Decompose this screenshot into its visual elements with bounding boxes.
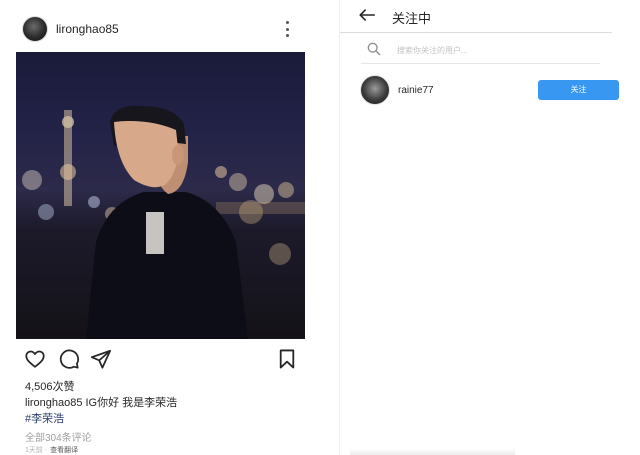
bottom-edge (350, 448, 515, 455)
post-panel: lironghao85 4,506次赞 lironghao85 IG你好 我是李… (0, 0, 322, 455)
list-item[interactable]: rainie77 关注 (360, 73, 619, 107)
comment-icon[interactable] (58, 348, 80, 370)
search-icon (367, 42, 381, 56)
following-panel: 关注中 rainie77 关注 (340, 0, 640, 455)
page-title: 关注中 (392, 11, 432, 26)
view-all-comments-link[interactable]: 全部304条评论 (25, 429, 92, 444)
see-translation-link[interactable]: 查看翻译 (50, 447, 78, 454)
follow-button[interactable]: 关注 (538, 80, 619, 100)
timestamp: 1天前 · (25, 447, 48, 454)
back-arrow-icon[interactable] (358, 7, 376, 23)
caption-username[interactable]: lironghao85 (25, 397, 83, 409)
post-photo[interactable] (16, 52, 305, 339)
heart-icon[interactable] (24, 348, 46, 370)
post-username[interactable]: lironghao85 (56, 22, 119, 36)
search-input[interactable] (397, 43, 587, 57)
likes-count[interactable]: 4,506次赞 (25, 378, 75, 394)
user-handle[interactable]: rainie77 (398, 85, 434, 96)
post-meta: 1天前 · 查看翻译 (25, 445, 78, 455)
caption-text: IG你好 我是李荣浩 (85, 397, 178, 409)
avatar[interactable] (360, 75, 390, 105)
following-topbar: 关注中 (340, 0, 612, 33)
bookmark-icon[interactable] (278, 348, 296, 370)
search-bar (361, 36, 600, 64)
post-actions (22, 348, 302, 370)
share-icon[interactable] (90, 348, 112, 370)
avatar[interactable] (22, 16, 48, 42)
caption: lironghao85 IG你好 我是李荣浩 (25, 394, 177, 410)
post-photo-art (22, 105, 305, 339)
post-header: lironghao85 (22, 14, 304, 44)
more-icon[interactable] (284, 21, 290, 37)
hashtag-link[interactable]: #李荣浩 (25, 410, 64, 426)
